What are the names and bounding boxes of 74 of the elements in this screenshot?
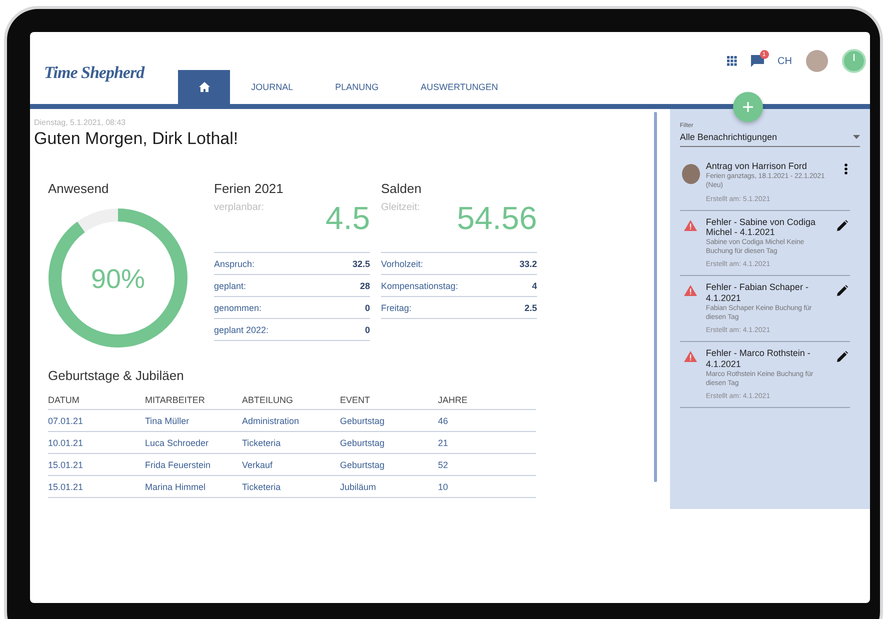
notification-title: Fehler - Marco Rothstein - 4.1.2021 bbox=[706, 348, 812, 369]
table-cell: Frida Feuerstein bbox=[145, 454, 242, 476]
section-title: Geburtstage & Jubiläen bbox=[48, 368, 185, 383]
edit-icon[interactable] bbox=[837, 282, 848, 294]
dropdown-caret-icon bbox=[853, 135, 860, 139]
notification-title: Fehler - Fabian Schaper - 4.1.2021 bbox=[706, 282, 810, 304]
language-selector[interactable]: CH bbox=[778, 56, 792, 66]
section-title: Ferien 2021 bbox=[214, 181, 284, 196]
column-header: JAHRE bbox=[438, 391, 536, 410]
stat-label: Freitag: bbox=[381, 302, 412, 312]
table-cell: 07.01.21 bbox=[48, 410, 145, 432]
stat-value: 4 bbox=[532, 280, 537, 290]
table-cell: Geburtstag bbox=[340, 432, 438, 454]
apps-grid-icon[interactable] bbox=[726, 56, 737, 66]
table-cell: 10 bbox=[438, 476, 536, 498]
nav-tab[interactable]: PLANUNG bbox=[314, 70, 400, 104]
table-cell: 52 bbox=[438, 454, 536, 476]
stat-label: genommen: bbox=[214, 302, 262, 312]
stat-value: 33.2 bbox=[519, 258, 537, 268]
nav-tab[interactable]: JOURNAL bbox=[230, 70, 314, 104]
table-cell: Administration bbox=[242, 410, 340, 432]
logo: Time Shepherd bbox=[44, 62, 144, 83]
table-cell: Geburtstag bbox=[340, 454, 438, 476]
warning-icon bbox=[684, 220, 698, 231]
notification-title: Fehler - Sabine von Codiga Michel - 4.1.2021 bbox=[706, 216, 816, 238]
table-cell: Geburtstag bbox=[340, 410, 438, 432]
greeting: Guten Morgen, Dirk Lothal! bbox=[34, 129, 240, 149]
table-cell: 10.01.21 bbox=[48, 432, 145, 454]
table-cell: Marina Himmel bbox=[145, 476, 242, 498]
stat-label: Anspruch: bbox=[214, 258, 255, 268]
table-cell: Jubiläum bbox=[340, 476, 438, 498]
stat-value: 28 bbox=[360, 280, 370, 290]
chat-icon[interactable] bbox=[750, 55, 764, 67]
column-header: DATUM bbox=[48, 391, 145, 410]
stat-value: 32.5 bbox=[352, 258, 370, 268]
filter-dropdown[interactable]: Alle Benachrichtigungen bbox=[680, 129, 860, 147]
stat-label: Vorholzeit: bbox=[381, 258, 424, 268]
stat-value: 2.5 bbox=[524, 302, 537, 312]
table-cell: Ticketeria bbox=[242, 476, 340, 498]
presence-percent: 90% bbox=[90, 264, 146, 294]
highlight-label: Gleitzeit: bbox=[381, 201, 420, 215]
stat-value: 0 bbox=[364, 324, 370, 334]
avatar-photo bbox=[682, 164, 700, 184]
highlight-value: 54.56 bbox=[456, 200, 537, 237]
section-title: Anwesend bbox=[48, 181, 110, 196]
nav-tab[interactable]: AUSWERTUNGEN bbox=[400, 70, 519, 104]
table-cell: Ticketeria bbox=[242, 432, 340, 454]
table-cell: 15.01.21 bbox=[48, 476, 145, 498]
home-tab[interactable] bbox=[178, 70, 230, 104]
date-time: Dienstag, 5.1.2021, 08:43 bbox=[34, 118, 127, 127]
highlight-label: verplanbar: bbox=[214, 201, 264, 215]
more-icon[interactable] bbox=[844, 161, 848, 173]
section-title: Salden bbox=[381, 181, 422, 196]
table-cell: 15.01.21 bbox=[48, 454, 145, 476]
notification-title: Antrag von Harrison Ford bbox=[706, 161, 808, 172]
plus-icon bbox=[742, 101, 754, 113]
table-cell: Verkauf bbox=[242, 454, 340, 476]
warning-icon bbox=[684, 285, 698, 296]
column-header: EVENT bbox=[340, 391, 438, 410]
stat-label: geplant 2022: bbox=[214, 324, 269, 334]
scrollbar[interactable] bbox=[654, 112, 657, 482]
table-cell: Luca Schroeder bbox=[145, 432, 242, 454]
table-cell: 46 bbox=[438, 410, 536, 432]
highlight-value: 4.5 bbox=[326, 200, 370, 237]
stat-label: Kompensationstag: bbox=[381, 280, 458, 290]
warning-icon bbox=[684, 351, 698, 362]
stat-label: geplant: bbox=[214, 280, 246, 290]
stat-value: 0 bbox=[364, 302, 370, 312]
table-cell: Tina Müller bbox=[145, 410, 242, 432]
column-header: MITARBEITER bbox=[145, 391, 242, 410]
home-icon bbox=[198, 82, 210, 92]
edit-icon[interactable] bbox=[837, 348, 848, 360]
table-cell: 21 bbox=[438, 432, 536, 454]
column-header: ABTEILUNG bbox=[242, 391, 340, 410]
